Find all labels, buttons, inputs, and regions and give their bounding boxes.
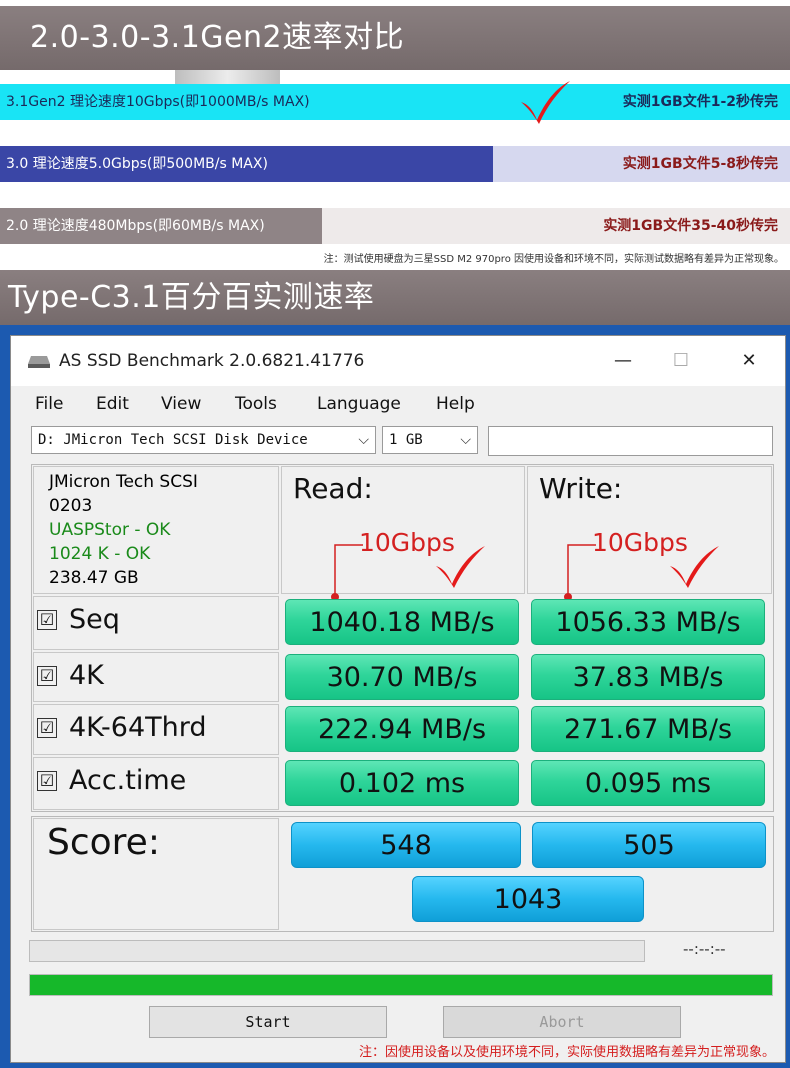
size-select-value: 1 GB xyxy=(389,432,423,448)
title-bar[interactable]: AS SSD Benchmark 2.0.6821.41776 — ☐ ✕ xyxy=(11,336,785,386)
comparison-row-gen2: 3.1Gen2 理论速度10Gbps(即1000MB/s MAX) 实测1GB文… xyxy=(0,84,790,120)
abort-button[interactable]: Abort xyxy=(443,1006,681,1038)
window-title: AS SSD Benchmark 2.0.6821.41776 xyxy=(59,351,365,371)
total-progress-bar xyxy=(29,974,773,996)
4k-write-value: 37.83 MB/s xyxy=(531,654,765,700)
menu-language[interactable]: Language xyxy=(317,388,401,420)
row-label: 3.1Gen2 理论速度10Gbps(即1000MB/s MAX) xyxy=(6,94,310,110)
checkmark-icon xyxy=(670,546,719,588)
app-drive-icon xyxy=(28,356,50,368)
4k-read-value: 30.70 MB/s xyxy=(285,654,519,700)
row-acctime-name: Acc.time xyxy=(69,765,187,796)
menu-file[interactable]: File xyxy=(35,388,63,420)
drive-select[interactable]: D: JMicron Tech SCSI Disk Device ⌵ xyxy=(31,426,376,454)
row-seq-label[interactable]: ☑ Seq xyxy=(37,604,120,635)
checkmark-icon xyxy=(521,81,570,124)
comparison-footnote: 注：测试使用硬盘为三星SSD M2 970pro 因使用设备和环境不同，实际测试… xyxy=(323,254,784,265)
menu-view[interactable]: View xyxy=(161,388,201,420)
maximize-button[interactable]: ☐ xyxy=(651,336,711,386)
checkbox-checked-icon[interactable]: ☑ xyxy=(37,718,57,738)
checkbox-checked-icon[interactable]: ☑ xyxy=(37,666,57,686)
row-label: 3.0 理论速度5.0Gbps(即500MB/s MAX) xyxy=(6,156,268,172)
drive-driver-status: UASPStor - OK xyxy=(49,520,171,540)
row-4k64-name: 4K-64Thrd xyxy=(69,712,207,743)
row-4k64-label[interactable]: ☑ 4K-64Thrd xyxy=(37,712,207,743)
checkbox-checked-icon[interactable]: ☑ xyxy=(37,771,57,791)
row-4k-name: 4K xyxy=(69,660,104,691)
score-label: Score: xyxy=(47,822,160,863)
chevron-down-icon: ⌵ xyxy=(460,432,471,448)
drive-alignment-status: 1024 K - OK xyxy=(49,544,151,564)
seq-read-value: 1040.18 MB/s xyxy=(285,599,519,645)
elapsed-timer: --:--:-- xyxy=(683,940,726,958)
menu-tools[interactable]: Tools xyxy=(235,388,277,420)
comparison-row-usb30: 3.0 理论速度5.0Gbps(即500MB/s MAX) 实测1GB文件5-8… xyxy=(0,146,790,182)
comparison-row-usb20: 2.0 理论速度480Mbps(即60MB/s MAX) 实测1GB文件35-4… xyxy=(0,208,790,244)
row-4k-label[interactable]: ☑ 4K xyxy=(37,660,104,691)
decorative-strip xyxy=(175,70,280,84)
row-acctime-label[interactable]: ☑ Acc.time xyxy=(37,765,186,796)
drive-capacity: 238.47 GB xyxy=(49,568,139,588)
section2-title-bar: Type-C3.1百分百实测速率 xyxy=(0,270,790,326)
seq-write-value: 1056.33 MB/s xyxy=(531,599,765,645)
row-label: 2.0 理论速度480Mbps(即60MB/s MAX) xyxy=(6,218,265,234)
size-select[interactable]: 1 GB ⌵ xyxy=(382,426,478,454)
drive-firmware: 0203 xyxy=(49,496,93,516)
path-input[interactable] xyxy=(488,426,773,456)
checkbox-checked-icon[interactable]: ☑ xyxy=(37,610,57,630)
minimize-button[interactable]: — xyxy=(593,336,653,386)
close-button[interactable]: ✕ xyxy=(719,336,779,386)
row-result: 实测1GB文件35-40秒传完 xyxy=(603,218,778,234)
as-ssd-window: AS SSD Benchmark 2.0.6821.41776 — ☐ ✕ Fi… xyxy=(10,335,786,1063)
chevron-down-icon: ⌵ xyxy=(358,432,369,448)
write-header: Write: xyxy=(539,472,623,505)
row-result: 实测1GB文件5-8秒传完 xyxy=(622,156,778,172)
score-read: 548 xyxy=(291,822,521,868)
read-header: Read: xyxy=(293,472,373,505)
score-write: 505 xyxy=(532,822,766,868)
drive-info: JMicron Tech SCSI 0203 UASPStor - OK 102… xyxy=(49,470,198,590)
acctime-write-value: 0.095 ms xyxy=(531,760,765,806)
comparison-title-bar: 2.0-3.0-3.1Gen2速率对比 xyxy=(0,6,790,70)
acctime-read-value: 0.102 ms xyxy=(285,760,519,806)
comparison-title: 2.0-3.0-3.1Gen2速率对比 xyxy=(30,20,405,55)
menu-bar: File Edit View Tools Language Help xyxy=(11,388,785,420)
start-button[interactable]: Start xyxy=(149,1006,387,1038)
4k64-read-value: 222.94 MB/s xyxy=(285,706,519,752)
score-total: 1043 xyxy=(412,876,644,922)
menu-edit[interactable]: Edit xyxy=(96,388,129,420)
row-result: 实测1GB文件1-2秒传完 xyxy=(622,94,778,110)
section2-title: Type-C3.1百分百实测速率 xyxy=(8,280,375,315)
menu-help[interactable]: Help xyxy=(436,388,475,420)
row-seq-name: Seq xyxy=(69,604,120,635)
test-progress-bar xyxy=(29,940,645,962)
drive-select-value: D: JMicron Tech SCSI Disk Device xyxy=(38,432,308,448)
total-progress-fill xyxy=(30,975,772,995)
drive-name: JMicron Tech SCSI xyxy=(49,472,198,492)
checkmark-icon xyxy=(436,546,485,588)
4k64-write-value: 271.67 MB/s xyxy=(531,706,765,752)
window-footnote: 注：因使用设备以及使用环境不同，实际使用数据略有差异为正常现象。 xyxy=(358,1045,775,1060)
